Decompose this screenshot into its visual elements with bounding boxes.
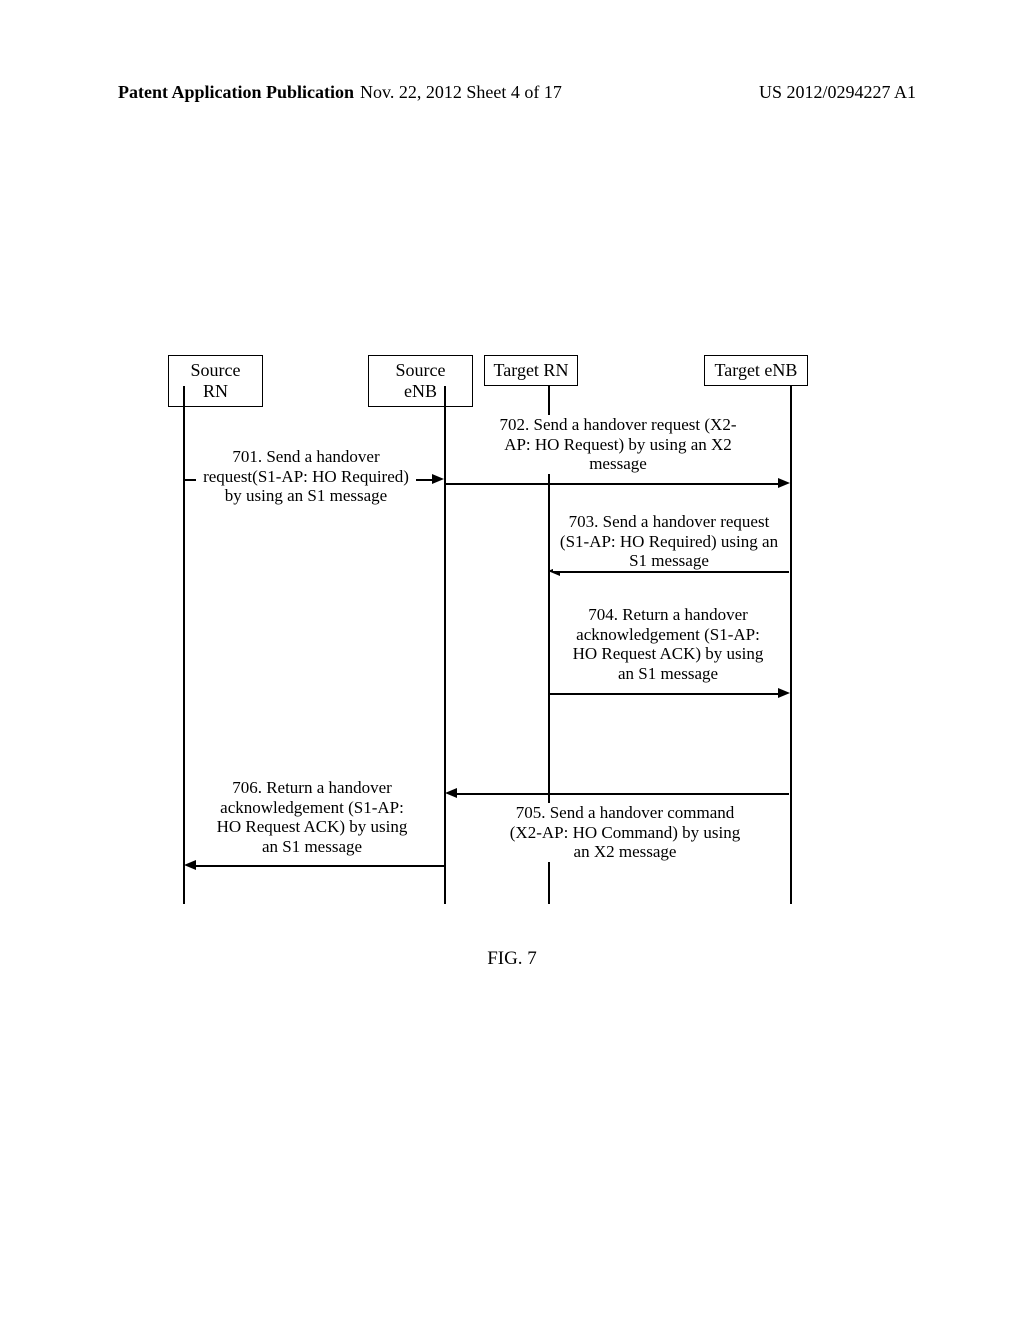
header-date-sheet: Nov. 22, 2012 Sheet 4 of 17 xyxy=(360,82,562,103)
message-703: 703. Send a handover request (S1-AP: HO … xyxy=(553,512,785,571)
arrowhead-702 xyxy=(778,478,790,488)
arrow-702 xyxy=(445,483,779,485)
arrow-703 xyxy=(560,571,789,573)
header-publication-type: Patent Application Publication xyxy=(118,82,354,103)
arrow-705 xyxy=(457,793,789,795)
message-706: 706. Return a handover acknowledgement (… xyxy=(212,778,412,856)
lifeline-target-enb xyxy=(790,386,792,904)
arrowhead-705 xyxy=(445,788,457,798)
node-source-enb: Source eNB xyxy=(368,355,473,407)
message-702: 702. Send a handover request (X2-AP: HO … xyxy=(493,415,743,474)
arrow-704 xyxy=(549,693,779,695)
message-705: 705. Send a handover command (X2-AP: HO … xyxy=(500,803,750,862)
lifeline-source-rn xyxy=(183,386,185,904)
message-704: 704. Return a handover acknowledgement (… xyxy=(568,605,768,683)
message-701: 701. Send a handover request(S1-AP: HO R… xyxy=(196,447,416,506)
node-target-rn: Target RN xyxy=(484,355,578,386)
node-target-enb: Target eNB xyxy=(704,355,808,386)
figure-caption: FIG. 7 xyxy=(0,948,1024,970)
sequence-diagram: Source RN Source eNB Target RN Target eN… xyxy=(168,355,858,915)
header-publication-number: US 2012/0294227 A1 xyxy=(759,82,916,103)
arrowhead-706 xyxy=(184,860,196,870)
arrow-706 xyxy=(196,865,444,867)
arrowhead-701 xyxy=(432,474,444,484)
arrowhead-704 xyxy=(778,688,790,698)
lifeline-source-enb xyxy=(444,386,446,904)
